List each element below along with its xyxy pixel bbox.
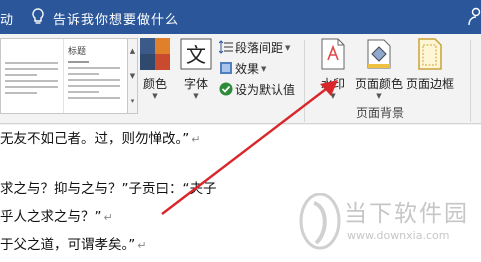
chevron-down-icon: ▼: [152, 92, 158, 100]
document-line: 无友不如己者。过，则勿惮改。” ↵: [0, 131, 201, 147]
gallery-down-icon[interactable]: ▼: [128, 64, 137, 89]
chevron-down-icon: ▼: [261, 65, 267, 73]
page-color-label: 页面颜色: [354, 77, 403, 91]
title-bar: 动 告诉我你想要做什么: [0, 0, 481, 34]
fonts-label: 字体: [183, 77, 208, 91]
color-palette-icon: [140, 38, 170, 70]
document-line: 于父之道，可谓孝矣。” ↵: [0, 237, 147, 253]
watermark-button[interactable]: 水印 ▼: [316, 38, 350, 100]
group-separator: [470, 40, 471, 122]
style-gallery: 标题: [0, 38, 128, 114]
page-borders-button[interactable]: 页面边框: [405, 38, 455, 92]
site-watermark-url: www.downxia.com: [347, 229, 450, 242]
colors-label: 颜色: [142, 77, 167, 91]
effects-label: 效果: [235, 62, 260, 76]
effects-button[interactable]: 效果 ▼: [219, 60, 266, 77]
document-line: 求之与？抑与之与？”子贡曰：“夫子: [0, 181, 217, 197]
chevron-down-icon: ▼: [376, 92, 382, 100]
style-thumbnail-title: 标题: [68, 47, 87, 57]
set-as-default-label: 设为默认值: [235, 83, 296, 97]
style-thumbnail-2[interactable]: 标题: [63, 39, 124, 113]
ribbon-design-tab: 标题 ▲ ▼ ▾ 颜色 ▼ 文 字体 ▼ 段落间距 ▼ 效果 ▼ 设为默认值 水…: [0, 34, 481, 124]
paint-bucket-icon: [367, 39, 391, 69]
fonts-button[interactable]: 文 字体 ▼: [178, 38, 214, 100]
paragraph-spacing-button[interactable]: 段落间距 ▼: [219, 39, 290, 56]
svg-text:文: 文: [186, 43, 206, 67]
paragraph-mark-icon: ↵: [191, 133, 201, 146]
paragraph-spacing-icon: [219, 40, 233, 54]
chevron-down-icon: ▼: [285, 44, 291, 52]
site-watermark-text: 当下软件园: [344, 201, 469, 227]
lightbulb-icon: [32, 8, 44, 24]
page-background-group-label: 页面背景: [356, 106, 405, 120]
page-borders-label: 页面边框: [405, 77, 454, 91]
gallery-up-icon[interactable]: ▲: [128, 39, 137, 64]
paragraph-spacing-label: 段落间距: [235, 41, 284, 55]
gallery-scrollbar[interactable]: ▲ ▼ ▾: [128, 38, 138, 114]
chevron-down-icon: ▼: [193, 92, 199, 100]
chevron-down-icon: ▼: [330, 92, 336, 100]
tell-me-search[interactable]: 告诉我你想要做什么: [53, 9, 179, 28]
checkmark-icon: [219, 82, 233, 96]
ribbon-tab-fragment[interactable]: 动: [0, 9, 13, 28]
page-border-icon: [418, 38, 442, 70]
watermark-label: 水印: [320, 77, 345, 91]
group-separator: [304, 40, 305, 122]
site-watermark: 当下软件园 www.downxia.com: [298, 191, 481, 261]
document-line: 乎人之求之与？” ↵: [0, 209, 113, 225]
watermark-icon: [321, 38, 345, 70]
set-as-default-button[interactable]: 设为默认值: [219, 81, 295, 98]
style-thumbnail-1[interactable]: [1, 39, 62, 113]
share-icon[interactable]: [466, 6, 481, 26]
gallery-more-icon[interactable]: ▾: [128, 89, 137, 114]
colors-button[interactable]: 颜色 ▼: [139, 38, 171, 100]
font-icon: 文: [180, 38, 212, 70]
paragraph-mark-icon: ↵: [137, 239, 147, 252]
paragraph-mark-icon: ↵: [103, 211, 113, 224]
effects-icon: [220, 62, 232, 74]
page-color-button[interactable]: 页面颜色 ▼: [354, 38, 404, 100]
site-logo-icon: [299, 193, 341, 250]
